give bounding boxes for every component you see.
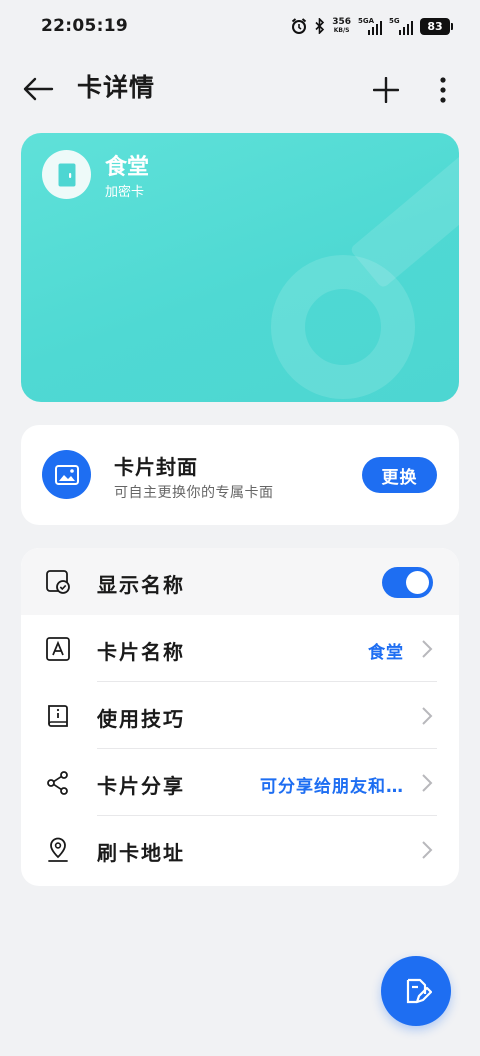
settings-row-label: 卡片分享 [97, 774, 185, 798]
settings-row-value: 可分享给朋友和… [260, 777, 404, 797]
network-speed-unit: KB/S [333, 27, 350, 34]
door-icon [42, 150, 91, 199]
plus-icon [373, 77, 399, 103]
settings-row-show-name[interactable]: 显示名称 [21, 548, 459, 615]
signal-icon: 5G [389, 17, 413, 35]
settings-row-usage-tips[interactable]: 使用技巧 [21, 682, 459, 749]
info-book-icon [45, 703, 71, 729]
settings-row-card-share[interactable]: 卡片分享 可分享给朋友和… [21, 749, 459, 816]
display-name-icon [45, 569, 71, 595]
location-icon [45, 837, 71, 863]
settings-row-value: 食堂 [368, 643, 404, 663]
back-arrow-icon [23, 77, 54, 101]
page-title: 卡详情 [77, 73, 156, 102]
card-cover-section: 卡片封面 可自主更换你的专属卡面 更换 [21, 425, 459, 525]
card-edit-icon [406, 978, 432, 1004]
chevron-right-icon [422, 640, 433, 658]
settings-row-card-name[interactable]: 卡片名称 食堂 [21, 615, 459, 682]
card-name: 食堂 [105, 155, 150, 180]
cover-title: 卡片封面 [114, 455, 198, 479]
battery-icon: 83 [420, 17, 453, 35]
settings-row-label: 刷卡地址 [97, 841, 185, 865]
cover-description: 可自主更换你的专属卡面 [114, 485, 274, 501]
share-icon [45, 770, 71, 796]
card-preview[interactable]: 食堂 加密卡 [21, 133, 459, 402]
status-time: 22:05:19 [41, 16, 128, 36]
change-cover-button[interactable]: 更换 [362, 457, 437, 493]
alarm-icon [290, 17, 308, 35]
card-decoration [271, 255, 415, 399]
toggle-knob [406, 571, 429, 594]
network-speed-value: 356 [332, 17, 351, 27]
settings-row-label: 卡片名称 [97, 640, 185, 664]
chevron-right-icon [422, 841, 433, 859]
app-header: 卡详情 [0, 58, 480, 118]
network-speed: 356 KB/S [332, 17, 351, 35]
back-button[interactable] [18, 71, 58, 107]
edit-card-fab[interactable] [381, 956, 451, 1026]
image-icon [42, 450, 91, 499]
add-button[interactable] [366, 70, 406, 110]
letter-a-icon [45, 636, 71, 662]
show-name-toggle[interactable] [382, 567, 433, 598]
status-bar: 22:05:19 356 KB/S 5GA 5G 83 [0, 0, 480, 52]
status-icons: 356 KB/S 5GA 5G 83 [290, 15, 453, 37]
settings-row-label: 使用技巧 [97, 707, 185, 731]
bluetooth-icon [315, 18, 325, 34]
chevron-right-icon [422, 707, 433, 725]
settings-row-swipe-location[interactable]: 刷卡地址 [21, 816, 459, 883]
settings-row-label: 显示名称 [97, 573, 185, 597]
signal-icon: 5GA [358, 17, 382, 35]
battery-level: 83 [427, 19, 443, 33]
settings-list: 显示名称 卡片名称 食堂 使用技巧 卡片分享 可分享给朋友和… 刷卡地址 [21, 548, 459, 886]
more-options-button[interactable] [423, 70, 463, 110]
chevron-right-icon [422, 774, 433, 792]
card-type: 加密卡 [105, 185, 145, 200]
more-vertical-icon [440, 77, 446, 103]
